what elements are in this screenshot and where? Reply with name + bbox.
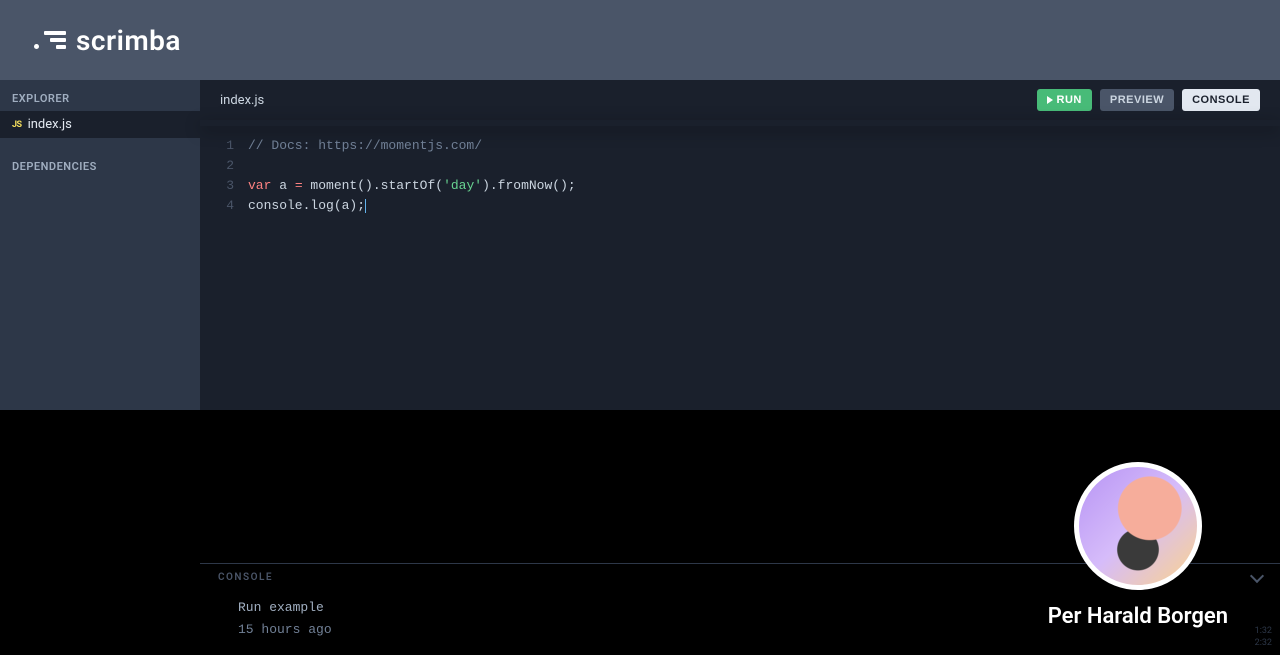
js-file-icon: JS xyxy=(12,120,22,130)
line-number: 2 xyxy=(200,156,248,176)
play-icon xyxy=(1047,96,1053,104)
code-operator: = xyxy=(295,178,303,193)
workspace: EXPLORER JS index.js DEPENDENCIES index.… xyxy=(0,80,1280,410)
line-number: 3 xyxy=(200,176,248,196)
timestamps: 1:32 2:32 xyxy=(1255,625,1272,649)
instructor-name: Per Harald Borgen xyxy=(1048,604,1228,629)
editor-toolbar: index.js RUN PREVIEW CONSOLE xyxy=(200,80,1280,120)
sidebar-section-explorer: EXPLORER xyxy=(0,80,200,111)
timestamp-current: 1:32 xyxy=(1255,625,1272,637)
logo-mark-icon xyxy=(34,31,66,49)
console-label: CONSOLE xyxy=(218,572,273,583)
line-number: 1 xyxy=(200,136,248,156)
timestamp-total: 2:32 xyxy=(1255,637,1272,649)
line-number: 4 xyxy=(200,196,248,216)
code-text: console.log(a); xyxy=(248,198,365,213)
code-string: 'day' xyxy=(443,178,482,193)
instructor-card: Per Harald Borgen xyxy=(1048,462,1228,629)
run-button-label: RUN xyxy=(1057,94,1082,106)
sidebar: EXPLORER JS index.js DEPENDENCIES xyxy=(0,80,200,410)
run-button[interactable]: RUN xyxy=(1037,89,1092,111)
file-item-indexjs[interactable]: JS index.js xyxy=(0,111,200,138)
code-text: ).fromNow(); xyxy=(482,178,576,193)
brand-logo[interactable]: scrimba xyxy=(34,24,181,57)
editor-pane: index.js RUN PREVIEW CONSOLE 1 // Docs: … xyxy=(200,80,1280,410)
brand-name: scrimba xyxy=(76,24,181,57)
code-keyword: var xyxy=(248,178,271,193)
preview-button[interactable]: PREVIEW xyxy=(1100,89,1174,111)
code-ident: a xyxy=(271,178,294,193)
editor-cursor xyxy=(365,199,366,213)
code-editor[interactable]: 1 // Docs: https://momentjs.com/ 2 3 var… xyxy=(200,120,1280,410)
active-tab[interactable]: index.js xyxy=(220,93,264,108)
file-item-label: index.js xyxy=(28,117,72,132)
code-text: moment().startOf( xyxy=(303,178,443,193)
code-line: 1 // Docs: https://momentjs.com/ xyxy=(200,136,1280,156)
console-button[interactable]: CONSOLE xyxy=(1182,89,1260,111)
chevron-down-icon[interactable] xyxy=(1250,568,1264,582)
editor-actions: RUN PREVIEW CONSOLE xyxy=(1037,89,1260,111)
sidebar-section-dependencies: DEPENDENCIES xyxy=(0,148,200,179)
code-comment: // Docs: https://momentjs.com/ xyxy=(248,138,482,153)
code-line: 4 console.log(a); xyxy=(200,196,1280,216)
code-line: 3 var a = moment().startOf('day').fromNo… xyxy=(200,176,1280,196)
avatar[interactable] xyxy=(1074,462,1202,590)
output-area: Per Harald Borgen CONSOLE Run example 15… xyxy=(0,410,1280,655)
app-header: scrimba xyxy=(0,0,1280,80)
code-line: 2 xyxy=(200,156,1280,176)
